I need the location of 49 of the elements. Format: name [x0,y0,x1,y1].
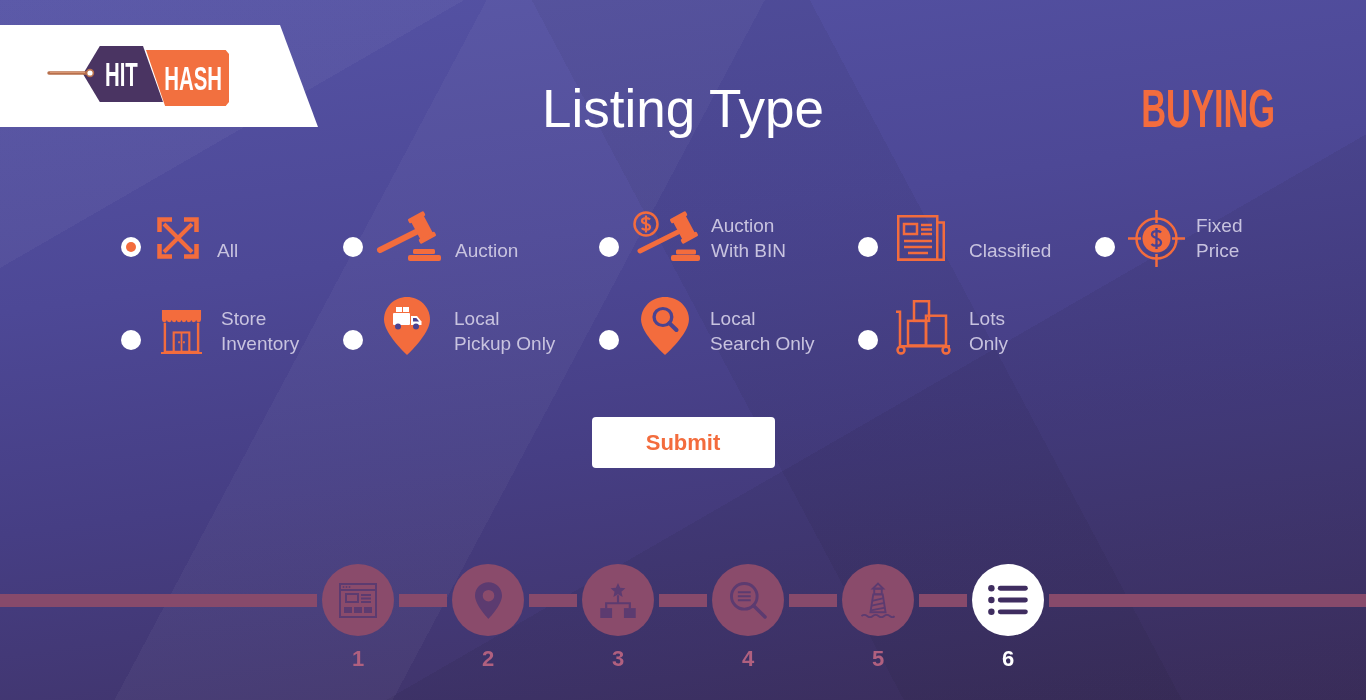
step-connector [659,593,707,607]
radio-button[interactable] [599,330,619,350]
browser-layout-icon [339,582,377,618]
truck-pin-icon [383,296,431,356]
list-icon [988,585,1028,615]
hand-truck-icon [895,299,952,355]
mode-heading: BUYING [1141,82,1275,135]
step-connector [399,593,447,607]
step-number: 5 [871,647,885,671]
radio-button[interactable] [858,237,878,257]
search-list-icon [729,581,767,619]
step-connector [919,593,967,607]
search-pin-icon [640,296,690,356]
radio-button[interactable] [343,330,363,350]
radio-button[interactable] [599,237,619,257]
option-label[interactable]: Lots Only [969,306,1009,356]
option-label[interactable]: All [217,238,239,263]
option-label[interactable]: Auction [455,238,519,263]
radio-button[interactable] [1095,237,1115,257]
step-number: 6 [1001,647,1015,671]
radio-button[interactable] [343,237,363,257]
option-label[interactable]: Local Pickup Only [454,306,556,356]
radio-button[interactable] [858,330,878,350]
step-number: 3 [611,647,625,671]
option-label[interactable]: Classified [969,238,1052,263]
location-pin-icon [474,581,502,619]
gavel-icon [375,210,443,261]
submit-button[interactable]: Submit [591,417,775,468]
radio-button[interactable] [121,237,141,257]
step-number: 1 [351,647,365,671]
gavel-dollar-icon [632,210,700,261]
logo-tag: HIT [83,46,163,102]
newspaper-icon [896,214,946,262]
option-label[interactable]: Auction With BIN [711,213,786,263]
lighthouse-icon [861,582,895,618]
option-label[interactable]: Store Inventory [221,306,300,356]
expand-arrows-icon [157,217,199,259]
option-label[interactable]: Fixed Price [1196,213,1243,263]
option-label[interactable]: Local Search Only [710,306,815,356]
step-number: 4 [741,647,755,671]
radio-button[interactable] [121,330,141,350]
storefront-icon [160,308,203,354]
step-connector [529,593,577,607]
step-number: 2 [481,647,495,671]
logo-label: HASH [146,50,229,106]
dollar-target-icon [1128,209,1185,267]
step-connector [789,593,837,607]
star-hierarchy-icon [600,582,636,618]
tag-string-icon [47,68,95,78]
